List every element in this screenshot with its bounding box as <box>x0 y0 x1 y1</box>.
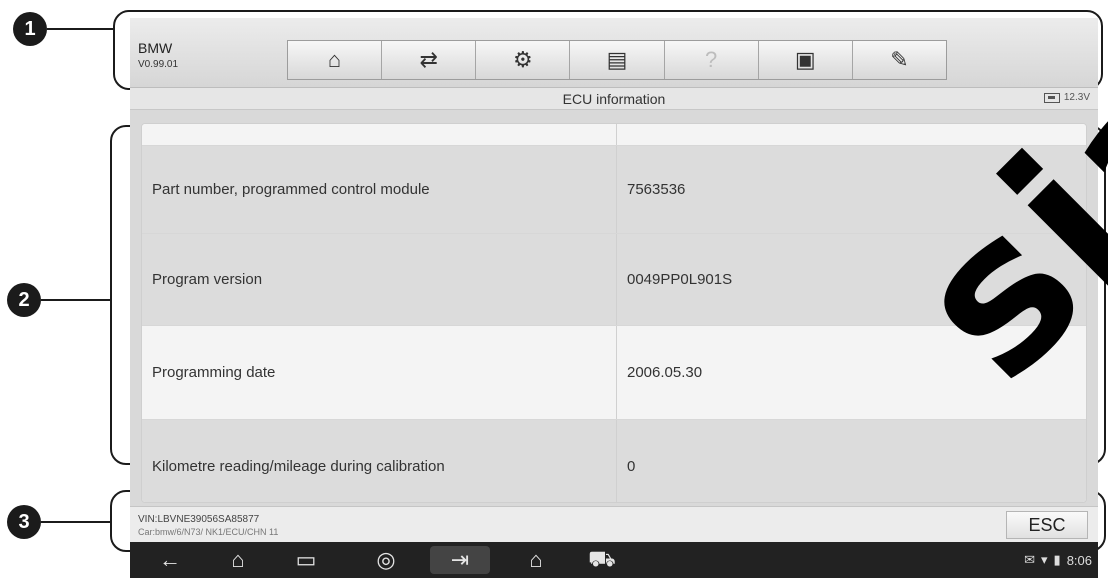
settings-gear-icon: ⚙ <box>512 47 533 72</box>
home-nav-icon[interactable]: ⌂ <box>218 546 258 574</box>
battery-small-icon: ▮ <box>1053 552 1061 567</box>
row-label: Part number, programmed control module <box>142 146 617 233</box>
browser-icon[interactable]: ◎ <box>366 546 406 574</box>
recent-apps-icon[interactable]: ▭ <box>286 546 326 574</box>
home-icon: ⌂ <box>327 47 342 72</box>
vehicle-path-text: Car:bmw/6/N73/ NK1/ECU/CHN 11 <box>138 527 279 537</box>
print-icon: ▤ <box>606 47 628 72</box>
vin-text: VIN:LBVNE39056SA85877 <box>138 514 260 525</box>
android-nav-bar: ← ⌂ ▭ ◎ ⇥ ⌂ ⛟ ✉ ▾ ▮ 8:06 <box>130 542 1098 578</box>
help-icon: ? <box>705 47 718 72</box>
print-button[interactable]: ▤ <box>570 41 665 79</box>
row-label: Program version <box>142 234 617 325</box>
page-title: ECU information <box>562 91 666 107</box>
callout-3-badge: 3 <box>7 505 41 539</box>
table-row[interactable]: Programming date 2006.05.30 <box>142 326 1086 420</box>
esc-button[interactable]: ESC <box>1006 511 1088 539</box>
edit-button[interactable]: ✎ <box>853 41 946 79</box>
row-label: Programming date <box>142 326 617 419</box>
settings-button[interactable]: ⚙ <box>476 41 571 79</box>
row-value: 0 <box>627 458 636 475</box>
clock-time: 8:06 <box>1066 552 1092 568</box>
callout-3-leader <box>41 521 111 523</box>
vehicle-swap-button[interactable]: ⇄ <box>382 41 477 79</box>
wifi-icon: ▾ <box>1041 552 1048 567</box>
vehicle-swap-icon: ⇄ <box>419 47 438 72</box>
app-version: V0.99.01 <box>138 59 179 70</box>
toolbar-buttons: ⌂ ⇄ ⚙ ▤ ? ▣ ✎ <box>287 40 947 80</box>
status-bar: VIN:LBVNE39056SA85877 Car:bmw/6/N73/ NK1… <box>130 506 1098 542</box>
callout-2-leader <box>41 299 111 301</box>
save-icon: ▣ <box>794 47 816 72</box>
row-label: Kilometre reading/mileage during calibra… <box>142 420 617 502</box>
edit-pencil-icon: ✎ <box>890 47 909 72</box>
callout-2-badge: 2 <box>7 283 41 317</box>
diagnostics-shortcut-icon[interactable]: ⇥ <box>430 546 490 574</box>
title-bar: ECU information 12.3V <box>130 88 1098 110</box>
manual-figure: 1 2 3 BMW V0.99.01 ⌂ ⇄ ⚙ ▤ ? ▣ ✎ ECU inf… <box>0 0 1108 578</box>
maxisys-home-icon[interactable]: ⌂ <box>516 546 556 574</box>
table-header-row <box>142 124 1086 146</box>
table-row[interactable]: Kilometre reading/mileage during calibra… <box>142 420 1086 502</box>
home-button[interactable]: ⌂ <box>288 41 383 79</box>
save-button[interactable]: ▣ <box>759 41 853 79</box>
back-icon[interactable]: ← <box>150 546 190 574</box>
top-toolbar: BMW V0.99.01 ⌂ ⇄ ⚙ ▤ ? ▣ ✎ <box>130 18 1098 88</box>
vehicle-icon[interactable]: ⛟ <box>582 546 622 574</box>
app-name: BMW <box>138 40 173 56</box>
callout-1-leader <box>47 28 115 30</box>
system-status: ✉ ▾ ▮ 8:06 <box>1024 552 1092 568</box>
callout-1-badge: 1 <box>13 12 47 46</box>
message-icon: ✉ <box>1024 552 1035 567</box>
help-button[interactable]: ? <box>665 41 759 79</box>
